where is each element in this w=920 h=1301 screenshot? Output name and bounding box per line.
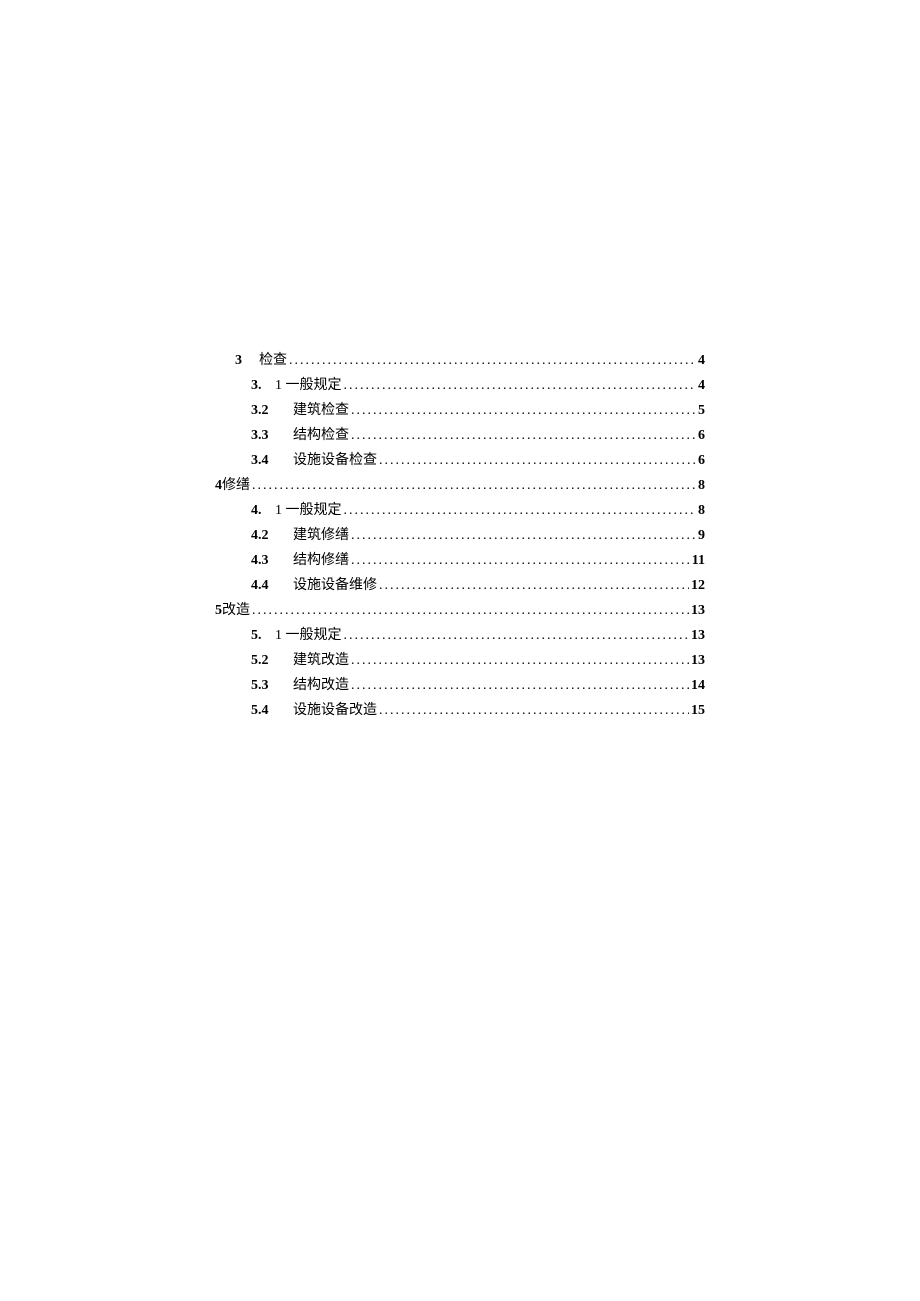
toc-number: 3. (251, 373, 269, 398)
toc-leader-dots: ........................................… (379, 573, 689, 598)
toc-title: 1 一般规定 (275, 373, 342, 398)
toc-number: 5. (251, 623, 269, 648)
toc-leader-dots: ........................................… (351, 523, 696, 548)
toc-page-number: 9 (698, 523, 705, 548)
toc-page-number: 8 (698, 473, 705, 498)
toc-title: 1 一般规定 (275, 623, 342, 648)
toc-leader-dots: ........................................… (351, 423, 696, 448)
toc-leader-dots: ........................................… (344, 623, 690, 648)
toc-entry: 4.1 一般规定................................… (215, 498, 705, 523)
toc-entry: 5.2 建筑改造.................................… (215, 648, 705, 673)
toc-leader-dots: ........................................… (379, 698, 689, 723)
toc-number: 5.3 (251, 673, 279, 698)
toc-page-number: 4 (698, 348, 705, 373)
toc-entry: 3检查.....................................… (215, 348, 705, 373)
toc-number: 5 (215, 598, 222, 623)
toc-leader-dots: ........................................… (351, 398, 696, 423)
toc-page-number: 6 (698, 423, 705, 448)
toc-title: 建筑改造 (293, 648, 349, 673)
toc-page-number: 12 (691, 573, 705, 598)
toc-number: 3.4 (251, 448, 279, 473)
toc-leader-dots: ........................................… (289, 348, 696, 373)
toc-entry: 3.3 结构检查.................................… (215, 423, 705, 448)
toc-number: 4.4 (251, 573, 279, 598)
toc-entry: 3.4 设施设备检查...............................… (215, 448, 705, 473)
toc-page-number: 8 (698, 498, 705, 523)
toc-leader-dots: ........................................… (344, 498, 697, 523)
toc-page-number: 14 (691, 673, 705, 698)
toc-title: 检查 (259, 348, 287, 373)
toc-page-number: 13 (691, 623, 705, 648)
toc-title: 设施设备检查 (293, 448, 377, 473)
toc-number: 3 (235, 348, 253, 373)
toc-leader-dots: ........................................… (351, 548, 690, 573)
toc-number: 5.4 (251, 698, 279, 723)
toc-entry: 3.2 建筑检查.................................… (215, 398, 705, 423)
toc-title: 建筑检查 (293, 398, 349, 423)
toc-leader-dots: ........................................… (344, 373, 697, 398)
toc-entry: 4.4 设施设备维修...............................… (215, 573, 705, 598)
toc-leader-dots: ........................................… (351, 648, 689, 673)
toc-page-number: 5 (698, 398, 705, 423)
toc-title: 改造 (222, 598, 250, 623)
toc-leader-dots: ........................................… (252, 473, 696, 498)
toc-entry: 5.4 设施设备改造...............................… (215, 698, 705, 723)
toc-entry: 5改造.....................................… (215, 598, 705, 623)
toc-container: 3检查.....................................… (215, 348, 705, 723)
toc-title: 结构改造 (293, 673, 349, 698)
toc-title: 结构检查 (293, 423, 349, 448)
toc-title: 设施设备改造 (293, 698, 377, 723)
toc-entry: 4修缮.....................................… (215, 473, 705, 498)
toc-number: 4 (215, 473, 222, 498)
toc-page-number: 13 (691, 598, 705, 623)
toc-page-number: 4 (698, 373, 705, 398)
toc-number: 5.2 (251, 648, 279, 673)
toc-title: 设施设备维修 (293, 573, 377, 598)
toc-page-number: 15 (691, 698, 705, 723)
toc-entry: 5.1 一般规定................................… (215, 623, 705, 648)
toc-leader-dots: ........................................… (351, 673, 689, 698)
toc-page-number: 11 (692, 548, 705, 573)
toc-title: 修缮 (222, 473, 250, 498)
toc-title: 建筑修缮 (293, 523, 349, 548)
toc-entry: 5.3 结构改造.................................… (215, 673, 705, 698)
toc-entry: 4.3 结构修缮.................................… (215, 548, 705, 573)
toc-number: 3.3 (251, 423, 279, 448)
toc-title: 结构修缮 (293, 548, 349, 573)
toc-number: 4.2 (251, 523, 279, 548)
toc-page-number: 6 (698, 448, 705, 473)
toc-number: 4.3 (251, 548, 279, 573)
toc-entry: 4.2 建筑修缮.................................… (215, 523, 705, 548)
toc-page-number: 13 (691, 648, 705, 673)
toc-leader-dots: ........................................… (252, 598, 689, 623)
toc-number: 4. (251, 498, 269, 523)
toc-leader-dots: ........................................… (379, 448, 696, 473)
toc-number: 3.2 (251, 398, 279, 423)
toc-entry: 3.1 一般规定................................… (215, 373, 705, 398)
toc-title: 1 一般规定 (275, 498, 342, 523)
